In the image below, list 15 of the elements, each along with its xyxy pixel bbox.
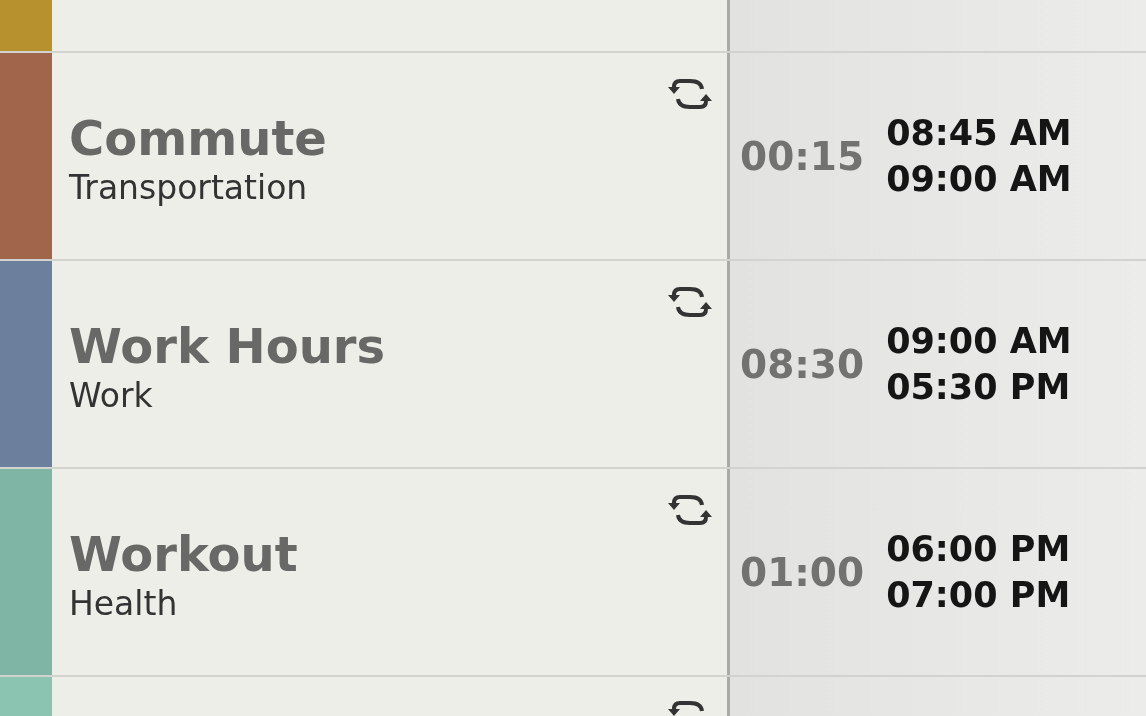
start-time: 06:00 PM	[886, 529, 1071, 568]
duration-text: 00:15	[740, 133, 865, 179]
end-time: 05:30 PM	[886, 368, 1072, 407]
entry-title: Commute	[69, 110, 327, 168]
start-time: 08:45 AM	[886, 113, 1072, 152]
entry-title: Workout	[69, 526, 298, 584]
entry-category: Work	[69, 376, 154, 416]
entry-category: Transportation	[69, 168, 309, 208]
start-time: 09:00 AM	[886, 321, 1072, 360]
duration-text: 01:00	[740, 549, 865, 595]
end-time: 09:00 AM	[886, 160, 1072, 199]
end-time: 07:00 PM	[886, 576, 1071, 615]
entry-title: Work Hours	[69, 318, 386, 376]
duration-text: 08:30	[740, 341, 865, 387]
entry-category: Health	[69, 584, 179, 624]
